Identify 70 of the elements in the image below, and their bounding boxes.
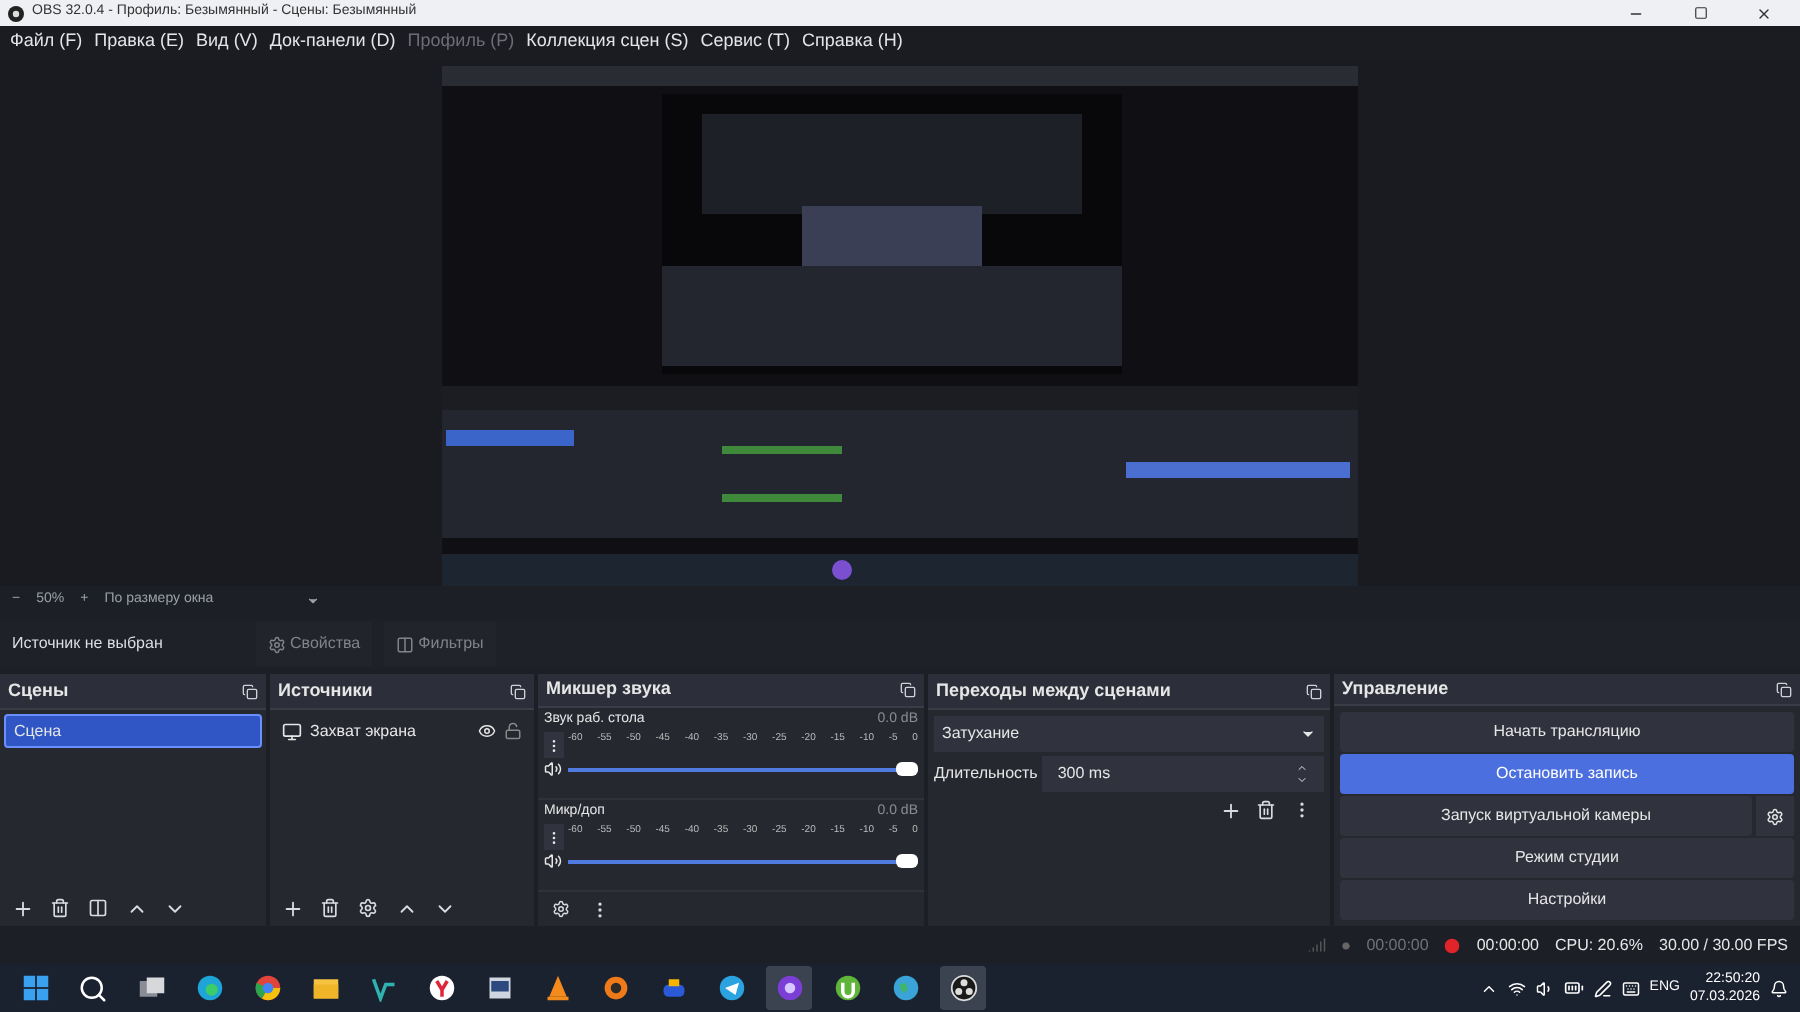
speaker-icon[interactable]	[544, 852, 562, 871]
app-icon[interactable]	[940, 966, 986, 1010]
gear-icon	[1766, 807, 1784, 825]
trash-icon[interactable]	[46, 894, 74, 922]
duration-field[interactable]: 300 ms	[1041, 756, 1324, 792]
float-dock-icon[interactable]	[1776, 681, 1792, 697]
control-button[interactable]: Остановить запись	[1340, 754, 1794, 794]
channel-menu-button[interactable]	[544, 824, 564, 851]
pen-icon[interactable]	[1593, 979, 1612, 997]
battery-icon[interactable]	[1563, 978, 1584, 998]
increment-icon[interactable]	[1296, 762, 1308, 774]
cpu-usage: CPU: 20.6%	[1554, 933, 1643, 957]
app-icon[interactable]	[766, 966, 812, 1010]
dock-title: Микшер звука	[546, 676, 671, 703]
notification-icon[interactable]	[1770, 979, 1788, 997]
float-dock-icon[interactable]	[242, 683, 258, 699]
dock-title: Переходы между сценами	[936, 677, 1171, 704]
control-button[interactable]: Режим студии	[1340, 838, 1794, 878]
monitor-icon	[282, 721, 302, 741]
eye-icon[interactable]	[478, 722, 496, 740]
volume-slider[interactable]	[568, 762, 918, 777]
scene-item[interactable]: Сцена	[4, 714, 262, 748]
menu-item[interactable]: Справка (H)	[796, 28, 909, 56]
dock-title: Источники	[278, 677, 373, 704]
record-dot-icon	[1444, 937, 1461, 953]
record-time: 00:00:00	[1476, 933, 1539, 957]
keyboard-icon[interactable]	[1621, 979, 1640, 997]
restore-icon	[1693, 6, 1707, 20]
caret-icon	[1300, 726, 1316, 742]
caret-icon	[306, 594, 321, 608]
fps-reading: 30.00 / 30.00 FPS	[1659, 933, 1788, 957]
decrement-icon[interactable]	[1296, 774, 1308, 786]
control-button[interactable]: Начать трансляцию	[1340, 712, 1794, 752]
source-item[interactable]: Захват экрана	[310, 719, 470, 743]
filter-icon[interactable]	[84, 894, 112, 922]
float-dock-icon[interactable]	[510, 683, 526, 699]
settings-button[interactable]	[1756, 796, 1794, 836]
stream-dot-icon	[1342, 941, 1351, 949]
float-dock-icon[interactable]	[900, 682, 916, 699]
menu-item[interactable]: Вид (V)	[190, 28, 264, 56]
menu-item[interactable]: Файл (F)	[4, 28, 89, 56]
filters-label: Фильтры	[418, 632, 484, 656]
volume-slider[interactable]	[568, 854, 918, 869]
duration-label: Длительность	[934, 762, 1038, 786]
trash-icon[interactable]	[1252, 796, 1280, 824]
trash-icon[interactable]	[316, 894, 344, 922]
speaker-icon[interactable]	[1535, 979, 1554, 997]
control-button[interactable]: Настройки	[1340, 880, 1794, 920]
menu-item[interactable]: Док-панели (D)	[263, 28, 402, 56]
transition-dropdown[interactable]: Затухание	[934, 716, 1324, 752]
unlock-icon[interactable]	[504, 722, 522, 740]
stream-time: 00:00:00	[1366, 933, 1429, 957]
dock-title: Управление	[1342, 675, 1449, 702]
gear-icon	[268, 635, 286, 653]
menu-item[interactable]: Сервис (T)	[694, 28, 797, 56]
settings-icon[interactable]	[354, 894, 382, 922]
wifi-icon[interactable]	[1507, 979, 1526, 997]
properties-label: Свойства	[290, 632, 361, 656]
speaker-icon[interactable]	[544, 760, 562, 779]
filter-icon	[396, 635, 415, 653]
menu-item[interactable]: Правка (E)	[88, 28, 191, 56]
signal-icon	[1308, 936, 1327, 954]
channel-menu-button[interactable]	[544, 732, 564, 759]
float-dock-icon[interactable]	[1306, 683, 1322, 699]
control-button[interactable]: Запуск виртуальной камеры	[1340, 796, 1752, 836]
menu-item[interactable]: Коллекция сцен (S)	[520, 28, 695, 56]
close-icon	[1756, 5, 1772, 21]
dock-title: Сцены	[8, 677, 69, 704]
source-status: Источник не выбран	[12, 632, 165, 656]
app-logo-icon	[8, 5, 24, 21]
